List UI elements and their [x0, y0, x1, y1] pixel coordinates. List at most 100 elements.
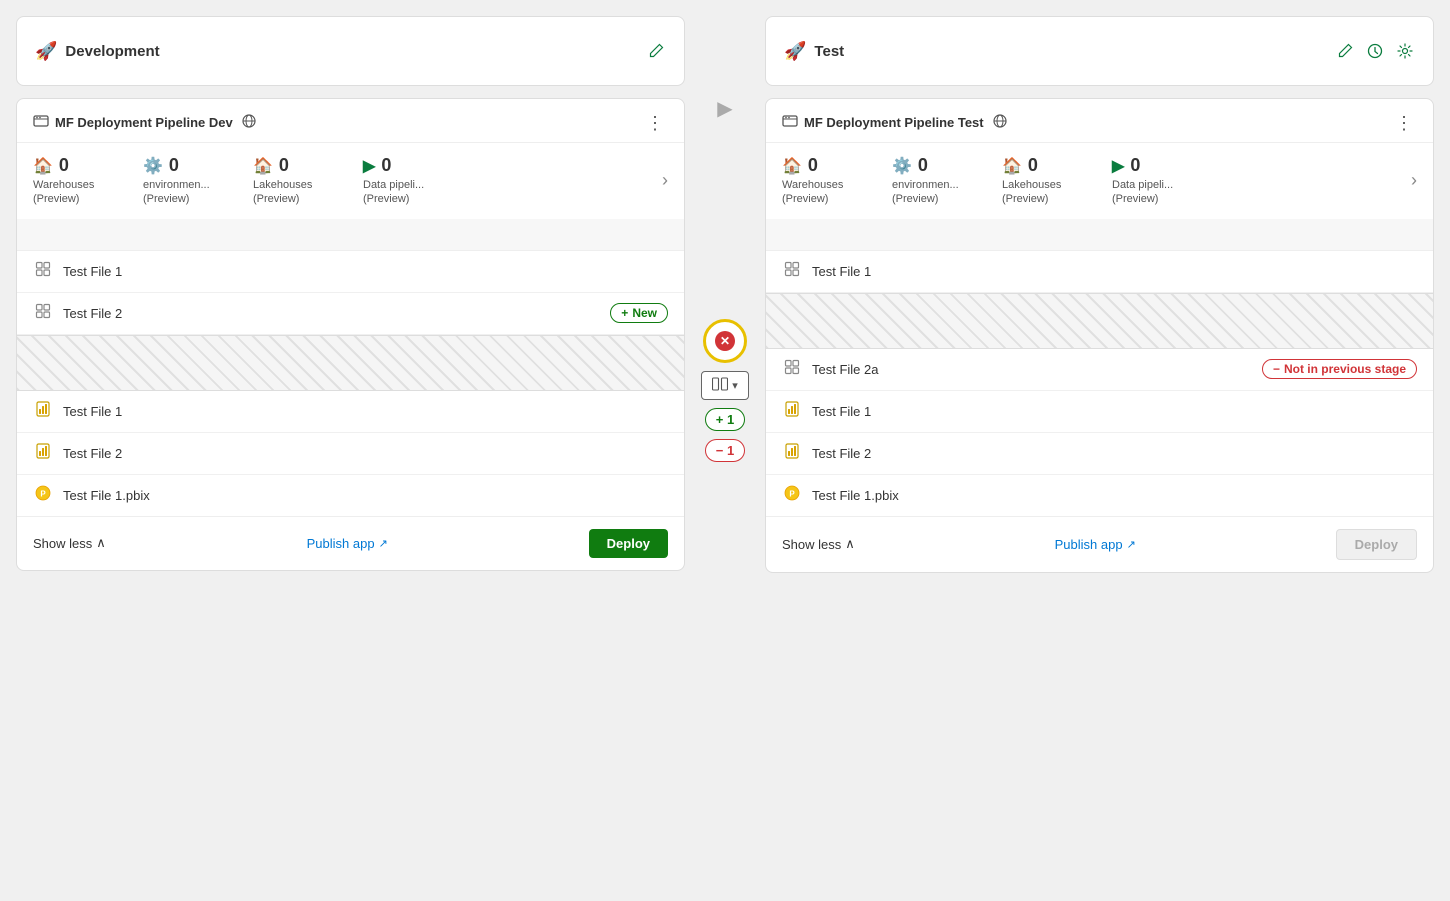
external-link-icon: ↗: [379, 537, 388, 550]
dev-deploy-label: Deploy: [607, 536, 650, 551]
env-icon: ⚙️: [143, 156, 163, 176]
dev-pipeline-header: MF Deployment Pipeline Dev ⋮: [17, 99, 684, 143]
test-history-button[interactable]: [1365, 41, 1385, 61]
dev-file-name-5: Test File 1.pbix: [63, 488, 668, 503]
chevron-down-icon: ▾: [732, 379, 738, 392]
test-file-name-2: Test File 2a: [812, 362, 1252, 377]
dev-card-footer: Show less ∧ Publish app ↗ Deploy: [17, 516, 684, 570]
dev-file-item-2: Test File 2 + + New New: [17, 293, 684, 335]
not-prev-badge: − Not in previous stage: [1262, 359, 1417, 379]
report-icon-2: [33, 443, 53, 464]
test-file-name-4: Test File 2: [812, 446, 1417, 461]
test-env-icon: ⚙️: [892, 156, 912, 176]
remove-count-badge: − 1: [705, 439, 745, 462]
dev-stat-warehouses: 🏠 0 Warehouses(Preview): [33, 155, 143, 207]
dev-file-name-3: Test File 1: [63, 404, 668, 419]
not-prev-label: Not in previous stage: [1284, 362, 1406, 376]
svg-text:P: P: [789, 489, 795, 498]
dev-file-item-4: Test File 2: [17, 433, 684, 475]
add-count-badge: + 1: [705, 408, 745, 431]
test-pbix-icon-1: P: [782, 485, 802, 506]
test-file-name-5: Test File 1.pbix: [812, 488, 1417, 503]
dev-stage-title: Development: [65, 43, 159, 60]
test-stage-icon: 🚀: [784, 41, 806, 62]
dev-stats-row: 🏠 0 Warehouses(Preview) ⚙️ 0 environmen.…: [17, 143, 684, 219]
test-chevron-up-icon: ∧: [845, 536, 855, 552]
test-more-button[interactable]: ⋮: [1391, 114, 1417, 132]
test-pipeline-card: MF Deployment Pipeline Test ⋮ 🏠: [765, 98, 1434, 573]
test-file-item-3: Test File 1: [766, 391, 1433, 433]
test-stats-row: 🏠 0 Warehouses(Preview) ⚙️ 0 environmen.…: [766, 143, 1433, 219]
minus-icon: −: [1273, 362, 1280, 376]
test-card-footer: Show less ∧ Publish app ↗ Deploy: [766, 516, 1433, 572]
test-deploy-button: Deploy: [1336, 529, 1417, 560]
dev-section-separator: [17, 219, 684, 251]
pipeline-icon: ▶: [363, 156, 375, 176]
test-report-icon-1: [782, 401, 802, 422]
stage-arrow-icon: ▶: [717, 96, 732, 121]
test-settings-button[interactable]: [1395, 41, 1415, 61]
dev-publish-label: Publish app: [307, 536, 375, 551]
dev-show-less-button[interactable]: Show less ∧: [33, 535, 106, 551]
test-file-item-5: P Test File 1.pbix: [766, 475, 1433, 516]
grid-icon-1: [33, 261, 53, 282]
compare-icon: [712, 377, 728, 394]
test-grid-icon-1: [782, 261, 802, 282]
test-pipeline-header: MF Deployment Pipeline Test ⋮: [766, 99, 1433, 143]
dev-file-item-3: Test File 1: [17, 391, 684, 433]
dev-stage-header: 🚀 Development: [16, 16, 685, 86]
pbix-icon-1: P: [33, 485, 53, 506]
chevron-up-icon: ∧: [96, 535, 106, 551]
dev-pipeline-card-icon: [33, 113, 49, 132]
dev-publish-button[interactable]: Publish app ↗: [307, 536, 388, 551]
test-stats-arrow[interactable]: ›: [1411, 170, 1417, 191]
test-publish-button[interactable]: Publish app ↗: [1055, 537, 1136, 552]
test-edit-button[interactable]: [1335, 41, 1355, 61]
dev-file-list: Test File 1 Test File 2 +: [17, 251, 684, 516]
test-grid-icon-2: [782, 359, 802, 380]
grid-icon-2: [33, 303, 53, 324]
dev-stats-arrow[interactable]: ›: [662, 170, 668, 191]
test-file-name-3: Test File 1: [812, 404, 1417, 419]
test-section-separator: [766, 219, 1433, 251]
svg-text:P: P: [40, 489, 46, 498]
report-icon-1: [33, 401, 53, 422]
dev-pipeline-card: MF Deployment Pipeline Dev ⋮ 🏠: [16, 98, 685, 571]
test-file-list: Test File 1 Test File 2a: [766, 251, 1433, 516]
test-file-name-1: Test File 1: [812, 264, 1417, 279]
dev-deploy-button[interactable]: Deploy: [589, 529, 668, 558]
test-stat-warehouses: 🏠 0 Warehouses(Preview): [782, 155, 892, 207]
test-external-link-icon: ↗: [1127, 538, 1136, 551]
test-show-less-label: Show less: [782, 537, 841, 552]
test-stat-lakehouses: 🏠 0 Lakehouses(Preview): [1002, 155, 1112, 207]
test-lakehouse-icon: 🏠: [1002, 156, 1022, 176]
dev-edit-button[interactable]: [646, 41, 666, 61]
dev-file-item-1: Test File 1: [17, 251, 684, 293]
test-pipeline-title: MF Deployment Pipeline Test: [804, 115, 984, 130]
lakehouse-icon: 🏠: [253, 156, 273, 176]
test-stage-header: 🚀 Test: [765, 16, 1434, 86]
dev-stat-pipelines: ▶ 0 Data pipeli...(Preview): [363, 155, 473, 207]
test-pipeline-network-icon: [992, 113, 1008, 132]
test-warehouse-icon: 🏠: [782, 156, 802, 176]
test-show-less-button[interactable]: Show less ∧: [782, 536, 855, 552]
test-stat-pipelines: ▶ 0 Data pipeli...(Preview): [1112, 155, 1222, 207]
test-stat-env: ⚙️ 0 environmen...(Preview): [892, 155, 1002, 207]
compare-button[interactable]: ▾: [701, 371, 749, 400]
sync-status-icon: ✕: [703, 319, 747, 363]
warehouse-icon: 🏠: [33, 156, 53, 176]
test-publish-label: Publish app: [1055, 537, 1123, 552]
new-badge: + + New New: [610, 303, 668, 323]
dev-file-item-5: P Test File 1.pbix: [17, 475, 684, 516]
plus-icon: +: [621, 306, 628, 320]
test-report-icon-2: [782, 443, 802, 464]
dev-file-name-4: Test File 2: [63, 446, 668, 461]
dev-pipeline-network-icon: [241, 113, 257, 132]
sync-area: ✕ ▾ + 1 − 1: [701, 319, 749, 462]
dev-more-button[interactable]: ⋮: [642, 114, 668, 132]
dev-file-name-2: Test File 2: [63, 306, 600, 321]
dev-file-name-1: Test File 1: [63, 264, 668, 279]
dev-stat-lakehouses: 🏠 0 Lakehouses(Preview): [253, 155, 363, 207]
test-deploy-label: Deploy: [1355, 537, 1398, 552]
middle-column: ▶ ✕ ▾ + 1 − 1: [685, 16, 765, 462]
